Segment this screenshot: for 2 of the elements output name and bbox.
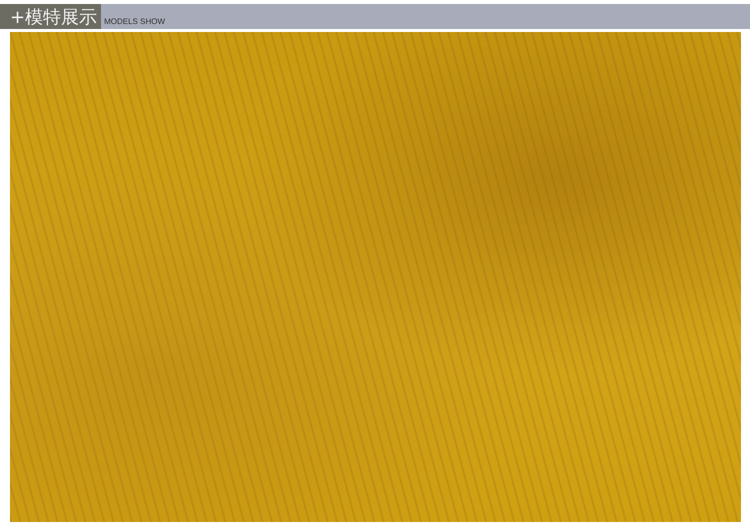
section-subtitle: MODELS SHOW	[103, 17, 165, 28]
section-title: +模特展示	[0, 4, 102, 29]
